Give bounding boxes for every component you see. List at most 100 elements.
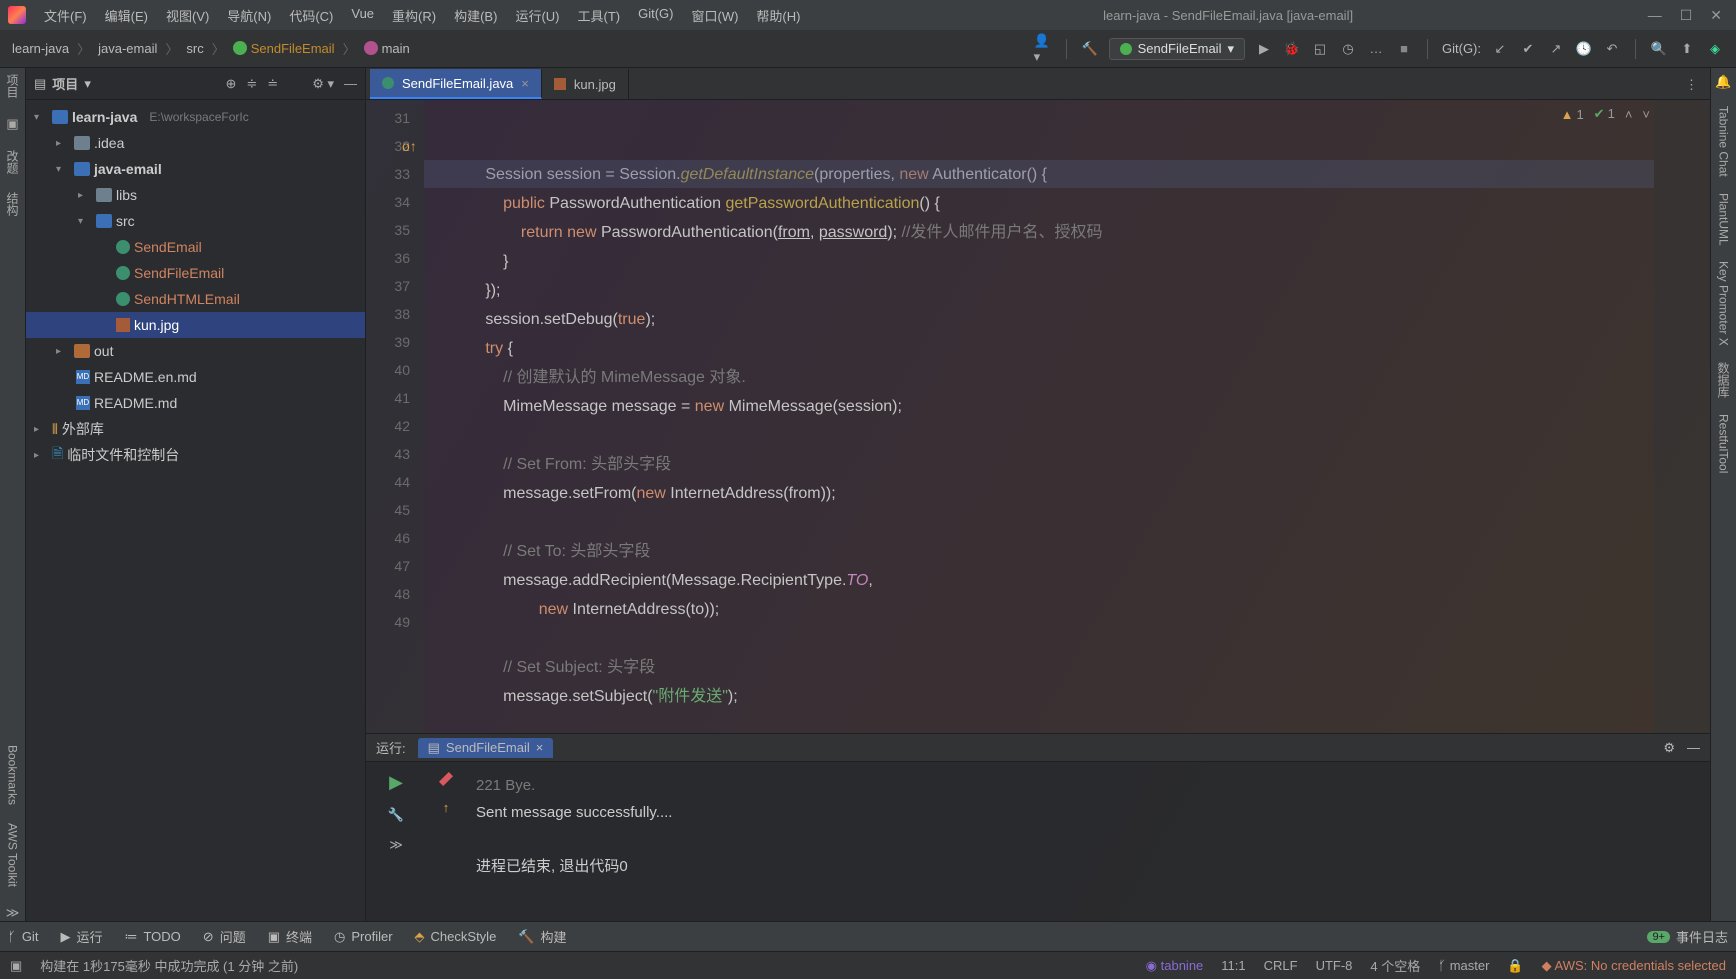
search-everywhere-icon[interactable]: 🔍 [1650, 40, 1668, 58]
breadcrumb[interactable]: learn-java〉 java-email〉 src〉 SendFileEma… [12, 39, 1034, 58]
status-eol[interactable]: CRLF [1264, 958, 1298, 973]
tree-file-kunjpg[interactable]: kun.jpg [26, 312, 365, 338]
run-settings2-icon[interactable]: 🔧 [388, 807, 404, 823]
menu-code[interactable]: 代码(C) [281, 2, 341, 29]
git-push-icon[interactable]: ↗ [1547, 40, 1565, 58]
run-settings-icon[interactable]: ⚙ [1663, 740, 1675, 756]
bt-run[interactable]: ▶ 运行 [60, 927, 102, 946]
stripe-aws[interactable]: AWS Toolkit [6, 823, 20, 887]
settings-icon[interactable]: ⚙ ▾ [312, 76, 334, 92]
crumb-src[interactable]: src [186, 41, 203, 56]
status-indent[interactable]: 4 个空格 [1370, 956, 1420, 975]
menu-window[interactable]: 窗口(W) [683, 2, 746, 29]
run-output[interactable]: 221 Bye. Sent message successfully.... 进… [466, 762, 1710, 921]
minimap[interactable] [1654, 100, 1710, 761]
gutter[interactable]: 31 32o↑ 333435 363738 394041 424344 4546… [366, 100, 424, 761]
bt-profiler[interactable]: ◷ Profiler [334, 929, 393, 945]
tree-readme-en[interactable]: MDREADME.en.md [26, 364, 365, 390]
status-encoding[interactable]: UTF-8 [1316, 958, 1353, 973]
ide-update-icon[interactable]: ⬆ [1678, 40, 1696, 58]
override-icon[interactable]: o↑ [402, 132, 417, 160]
coverage-icon[interactable]: ◱ [1311, 40, 1329, 58]
bt-problems[interactable]: ⊘ 问题 [203, 927, 246, 946]
expand-icon[interactable]: ≑ [246, 76, 257, 92]
status-tabnine[interactable]: ◉ tabnine [1146, 958, 1204, 974]
run-config-selector[interactable]: SendFileEmail ▾ [1109, 38, 1245, 60]
menu-edit[interactable]: 编辑(E) [97, 2, 156, 29]
crumb-method[interactable]: main [364, 41, 410, 56]
tab-kunjpg[interactable]: kun.jpg [542, 69, 629, 99]
git-update-icon[interactable]: ↙ [1491, 40, 1509, 58]
bt-checkstyle[interactable]: ⬘ CheckStyle [415, 929, 497, 945]
stripe-keypromoter[interactable]: Key Promoter X [1717, 261, 1731, 346]
git-history-icon[interactable]: 🕓 [1575, 40, 1593, 58]
run-tab[interactable]: ▤ SendFileEmail × [418, 738, 554, 758]
menu-refactor[interactable]: 重构(R) [384, 2, 444, 29]
project-tree[interactable]: ▾learn-javaE:\workspaceForIc ▸.idea ▾jav… [26, 100, 365, 472]
stop-icon[interactable]: ■ [1395, 40, 1413, 58]
hammer-icon[interactable]: 🔨 [1081, 40, 1099, 58]
crumb-module[interactable]: java-email [98, 41, 157, 56]
run-hide-icon[interactable]: ― [1687, 740, 1700, 755]
code-editor[interactable]: Session session = Session.getDefaultInst… [424, 100, 1654, 761]
crumb-project[interactable]: learn-java [12, 41, 69, 56]
hide-icon[interactable]: ― [344, 76, 357, 92]
stripe-tabnine[interactable]: Tabnine Chat [1717, 106, 1731, 177]
menu-git[interactable]: Git(G) [630, 2, 681, 29]
bt-todo[interactable]: ≔ TODO [124, 929, 180, 945]
stripe-structure[interactable]: 结构 [4, 192, 21, 216]
menu-nav[interactable]: 导航(N) [219, 2, 279, 29]
status-aws[interactable]: ◆ AWS: No credentials selected [1542, 958, 1726, 974]
notifications-icon[interactable]: 🔔 [1715, 74, 1731, 90]
edit-run-icon[interactable] [439, 772, 453, 786]
profile-icon[interactable]: ◷ [1339, 40, 1357, 58]
next-highlight-icon[interactable]: ˅ [1642, 107, 1650, 122]
run-tab-close-icon[interactable]: × [536, 740, 544, 755]
project-tool-title[interactable]: ▤ 项目 ▾ [34, 74, 91, 93]
status-branch[interactable]: ᚶ master [1438, 958, 1489, 973]
tree-class-sendemail[interactable]: SendEmail [26, 234, 365, 260]
close-icon[interactable]: ✕ [1710, 7, 1722, 24]
stripe-bookmarks[interactable]: Bookmarks [6, 745, 20, 805]
crumb-class[interactable]: SendFileEmail [233, 41, 335, 56]
locate-icon[interactable]: ⊕ [225, 76, 236, 92]
rerun-icon[interactable]: ▶ [389, 772, 403, 793]
menu-help[interactable]: 帮助(H) [748, 2, 808, 29]
menu-file[interactable]: 文件(F) [36, 2, 95, 29]
collapse-icon[interactable]: ≐ [267, 76, 278, 92]
stripe-database[interactable]: 数据库 [1715, 362, 1732, 398]
maximize-icon[interactable]: ☐ [1680, 7, 1693, 24]
bt-git[interactable]: ᚶ Git [8, 929, 38, 944]
status-caret-pos[interactable]: 11:1 [1221, 958, 1245, 973]
debug-icon[interactable]: 🐞 [1283, 40, 1301, 58]
add-user-icon[interactable]: 👤▾ [1034, 40, 1052, 58]
tree-class-sendhtmlemail[interactable]: SendHTMLEmail [26, 286, 365, 312]
menu-build[interactable]: 构建(B) [446, 2, 505, 29]
menu-view[interactable]: 视图(V) [158, 2, 217, 29]
tab-sendfileemail[interactable]: SendFileEmail.java× [370, 69, 542, 99]
stripe-restful[interactable]: RestfulTool [1717, 414, 1731, 473]
status-lock-icon[interactable]: 🔒 [1507, 958, 1523, 974]
stripe-more-icon[interactable]: ≫ [6, 905, 20, 921]
inspection-widget[interactable]: 1 1 ˄ ˅ [1561, 106, 1650, 122]
tree-readme[interactable]: MDREADME.md [26, 390, 365, 416]
run-icon[interactable]: ▶ [1255, 40, 1273, 58]
codewithme-icon[interactable]: ◈ [1706, 40, 1724, 58]
bt-terminal[interactable]: ▣ 终端 [268, 927, 312, 946]
tabs-more-icon[interactable]: ⋮ [1673, 71, 1710, 99]
bt-build[interactable]: 🔨 构建 [518, 927, 566, 946]
main-menu[interactable]: 文件(F) 编辑(E) 视图(V) 导航(N) 代码(C) Vue 重构(R) … [36, 2, 808, 29]
tab-close-icon[interactable]: × [521, 76, 529, 91]
stripe-plantuml[interactable]: PlantUML [1717, 193, 1731, 246]
stripe-folder-icon[interactable]: ▣ [6, 116, 18, 132]
bottom-tool-tabs[interactable]: ᚶ Git ▶ 运行 ≔ TODO ⊘ 问题 ▣ 终端 ◷ Profiler ⬘… [0, 921, 1736, 951]
minimize-icon[interactable]: ― [1648, 7, 1662, 24]
git-commit-icon[interactable]: ✔ [1519, 40, 1537, 58]
run-more-icon[interactable]: ≫ [389, 837, 403, 853]
menu-run[interactable]: 运行(U) [507, 2, 567, 29]
bt-events[interactable]: 9+ 事件日志 [1647, 927, 1728, 946]
tree-class-sendfileemail[interactable]: SendFileEmail [26, 260, 365, 286]
editor-tabs[interactable]: SendFileEmail.java× kun.jpg ⋮ [366, 68, 1710, 100]
menu-vue[interactable]: Vue [343, 2, 382, 29]
stripe-reform[interactable]: 改题 [4, 150, 21, 174]
